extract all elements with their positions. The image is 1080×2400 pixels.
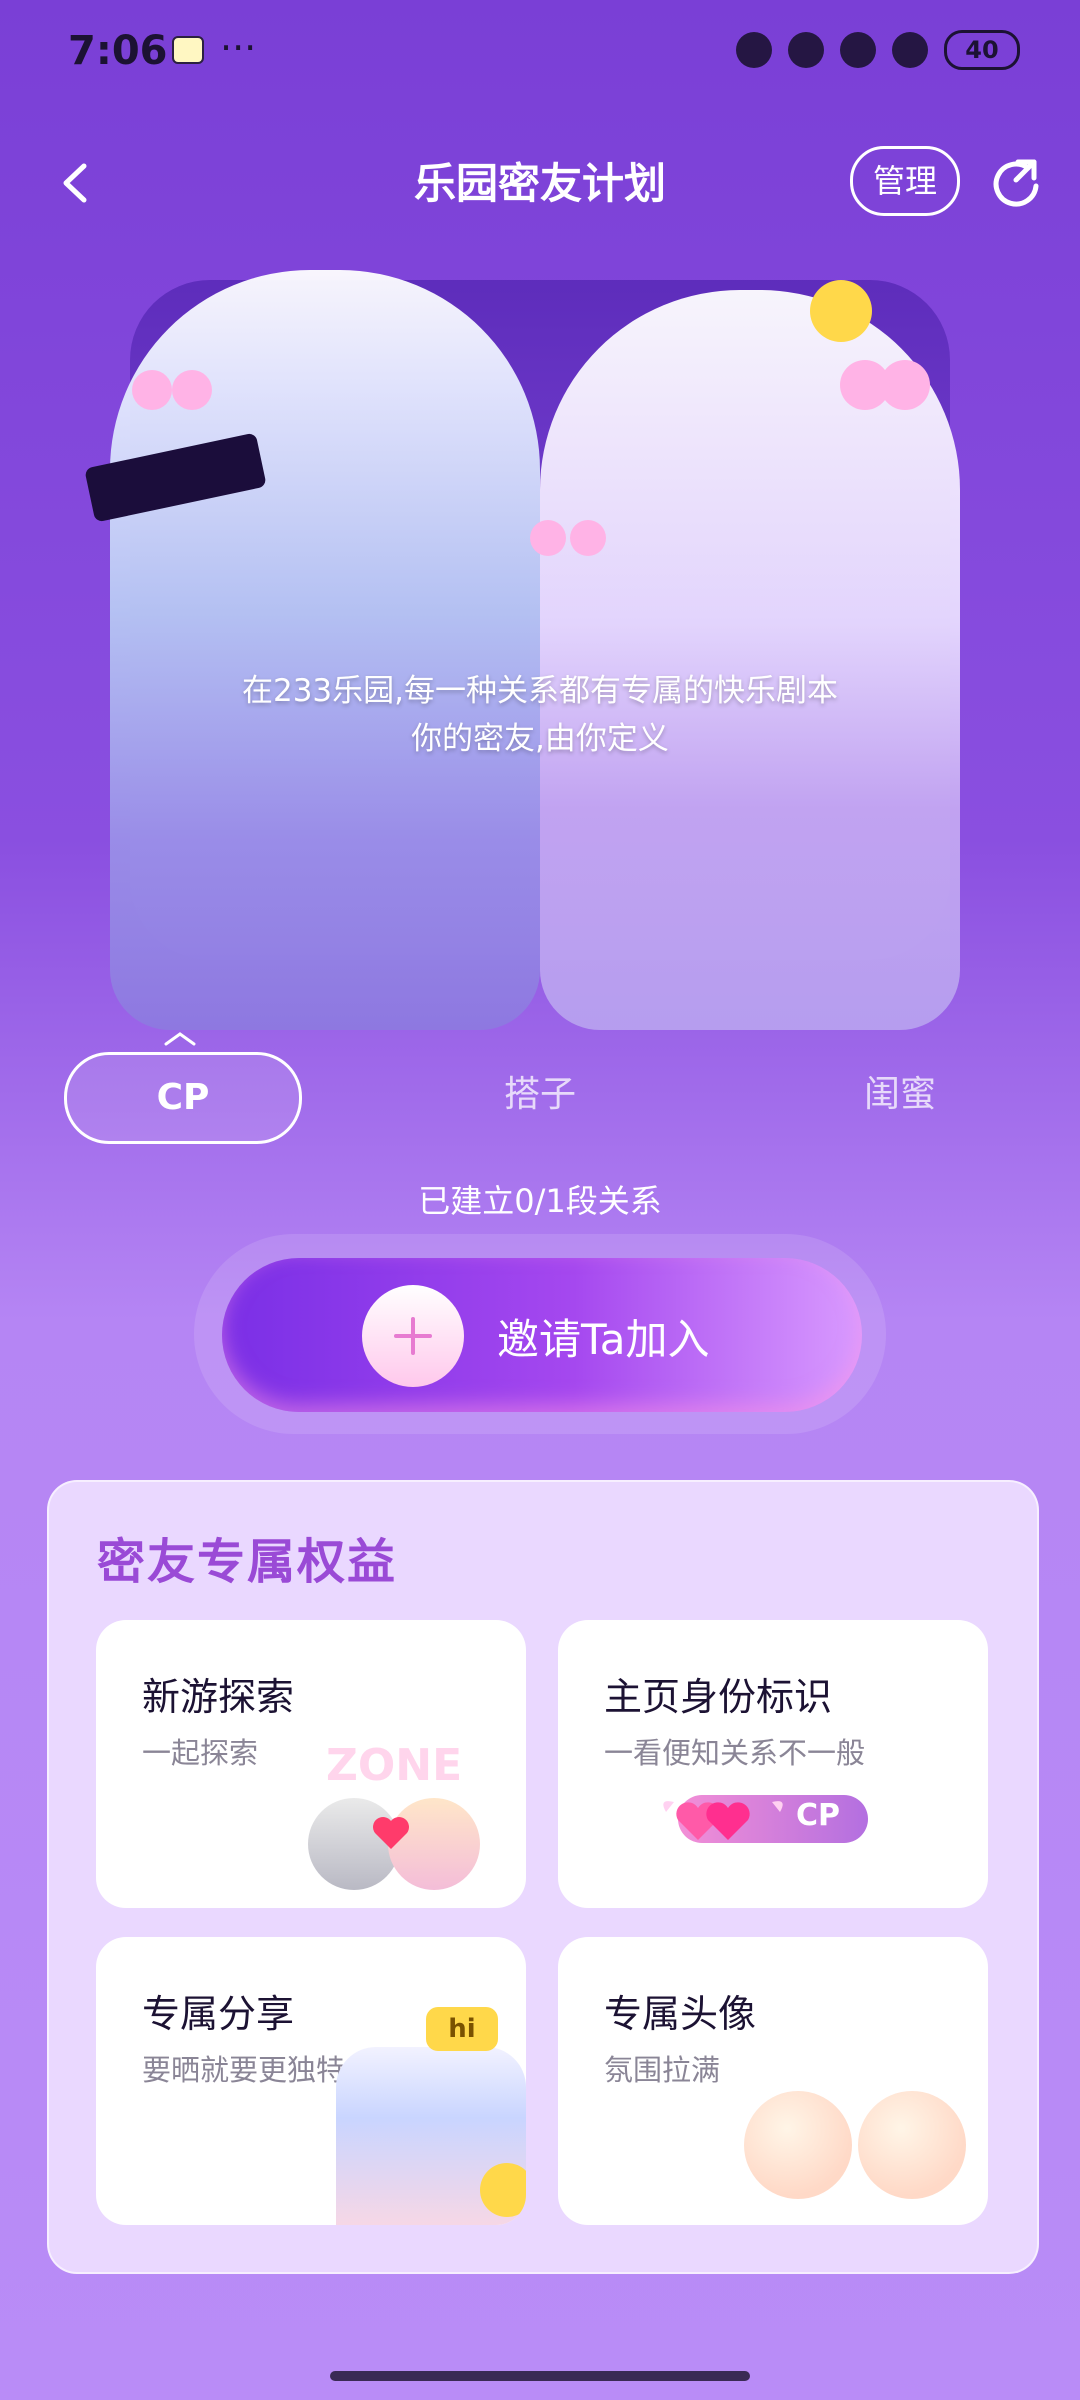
- benefit-subtitle: 一起探索: [142, 1736, 259, 1770]
- home-indicator[interactable]: [330, 2371, 750, 2381]
- notification-icon: [172, 36, 204, 64]
- hero-slogan-line1: 在233乐园,每一种关系都有专属的快乐剧本: [241, 673, 839, 709]
- benefits-panel: 密友专属权益 新游探索 一起探索 ZONE 主页身份标识 一看便知关系不一般 C…: [47, 1480, 1039, 2274]
- benefit-title: 专属分享: [142, 1992, 295, 2036]
- zone-badge: ZONE: [326, 1740, 463, 1791]
- manage-button[interactable]: 管理: [850, 146, 960, 216]
- benefit-subtitle: 氛围拉满: [604, 2053, 721, 2087]
- benefits-title: 密友专属权益: [97, 1534, 398, 1590]
- signal-icon: [840, 32, 876, 68]
- benefit-card-share[interactable]: 专属分享 要晒就要更独特 hi: [96, 1937, 526, 2225]
- benefit-title: 专属头像: [604, 1992, 757, 2036]
- benefit-card-identity[interactable]: 主页身份标识 一看便知关系不一般 CP: [558, 1620, 988, 1908]
- hero-slogan-line2: 你的密友,由你定义: [411, 721, 669, 757]
- status-more: ···: [220, 26, 257, 70]
- header: 乐园密友计划 管理: [0, 140, 1080, 230]
- hero-illustration: [0, 250, 1080, 1030]
- character-right: [540, 290, 960, 1030]
- tab-indicator-icon: [164, 1032, 196, 1046]
- relation-tabs: CP 搭子 闺蜜: [0, 1052, 1080, 1144]
- heart-decoration: [132, 370, 172, 410]
- share-icon[interactable]: [988, 152, 1044, 208]
- benefit-subtitle: 要晒就要更独特: [142, 2053, 346, 2087]
- plus-icon[interactable]: [362, 1285, 464, 1387]
- heart-decoration: [840, 360, 890, 410]
- winged-hearts-icon: [663, 1801, 783, 1840]
- smiley-decoration: [810, 280, 872, 342]
- avatar-frame-bubble: [744, 2091, 852, 2199]
- status-icons: 40: [736, 30, 1020, 70]
- benefit-card-avatar[interactable]: 专属头像 氛围拉满: [558, 1937, 988, 2225]
- benefit-card-explore[interactable]: 新游探索 一起探索 ZONE: [96, 1620, 526, 1908]
- benefit-title: 主页身份标识: [604, 1675, 833, 1719]
- heart-icon: [373, 1817, 409, 1849]
- character-left: [110, 270, 540, 1030]
- wifi-icon: [892, 32, 928, 68]
- benefit-subtitle: 一看便知关系不一般: [604, 1736, 866, 1770]
- invite-button-label[interactable]: 邀请Ta加入: [497, 1306, 709, 1367]
- status-time: 7:06: [68, 28, 168, 74]
- sim-icon: [788, 32, 824, 68]
- smiley-icon: [480, 2163, 526, 2217]
- relation-count: 已建立0/1段关系: [418, 1182, 662, 1220]
- avatar-frame-bubble: [858, 2091, 966, 2199]
- status-bar: 7:06 ··· 40: [0, 0, 1080, 110]
- heart-decoration: [530, 520, 566, 556]
- cp-tag-label: CP: [796, 1798, 841, 1833]
- moon-icon: [736, 32, 772, 68]
- battery-icon: 40: [944, 30, 1020, 70]
- tab-partner[interactable]: 搭子: [460, 1052, 620, 1138]
- tab-bestie[interactable]: 闺蜜: [820, 1052, 980, 1138]
- hi-bubble: hi: [426, 2007, 498, 2051]
- tab-cp[interactable]: CP: [64, 1052, 302, 1144]
- benefit-title: 新游探索: [142, 1675, 295, 1719]
